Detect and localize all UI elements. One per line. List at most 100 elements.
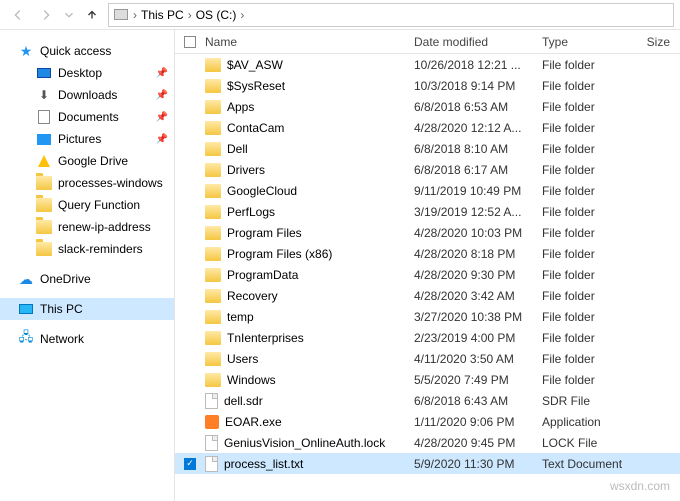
chevron-right-icon[interactable]: › [188,8,192,22]
file-name-cell[interactable]: Dell [199,142,408,156]
folder-icon [205,331,221,345]
file-name-cell[interactable]: Apps [199,100,408,114]
desktop-icon [36,65,52,81]
file-name-cell[interactable]: Program Files (x86) [199,247,408,261]
file-date-cell: 10/26/2018 12:21 ... [408,58,536,72]
file-name-label: ProgramData [227,268,298,282]
file-row[interactable]: Windows5/5/2020 7:49 PMFile folder [175,369,680,390]
file-row[interactable]: Apps6/8/2018 6:53 AMFile folder [175,96,680,117]
nav-forward-button[interactable] [34,3,58,27]
file-rows: $AV_ASW10/26/2018 12:21 ...File folder$S… [175,54,680,474]
file-name-cell[interactable]: TnIenterprises [199,331,408,345]
select-all-checkbox[interactable] [175,36,199,48]
sidebar-item-label: Pictures [58,132,101,146]
sidebar-quick-access[interactable]: ★ Quick access [0,40,174,62]
column-header-size[interactable]: Size [636,35,680,49]
sidebar-item-google-drive[interactable]: Google Drive [0,150,174,172]
file-date-cell: 1/11/2020 9:06 PM [408,415,536,429]
file-date-cell: 4/28/2020 3:42 AM [408,289,536,303]
file-row[interactable]: ✓process_list.txt5/9/2020 11:30 PMText D… [175,453,680,474]
file-type-cell: File folder [536,100,636,114]
file-row[interactable]: Drivers6/8/2018 6:17 AMFile folder [175,159,680,180]
address-toolbar: › This PC › OS (C:) › [0,0,680,30]
sidebar-item-documents[interactable]: Documents 📌 [0,106,174,128]
file-date-cell: 6/8/2018 6:17 AM [408,163,536,177]
file-name-cell[interactable]: GeniusVision_OnlineAuth.lock [199,435,408,451]
file-row[interactable]: ProgramData4/28/2020 9:30 PMFile folder [175,264,680,285]
file-list-pane: Name Date modified Type Size $AV_ASW10/2… [175,30,680,501]
file-name-label: Windows [227,373,276,387]
column-header-date[interactable]: Date modified [408,35,536,49]
breadcrumb-os-c[interactable]: OS (C:) [196,8,237,22]
file-date-cell: 6/8/2018 8:10 AM [408,142,536,156]
file-row[interactable]: $AV_ASW10/26/2018 12:21 ...File folder [175,54,680,75]
file-row[interactable]: Dell6/8/2018 8:10 AMFile folder [175,138,680,159]
file-row[interactable]: GoogleCloud9/11/2019 10:49 PMFile folder [175,180,680,201]
nav-history-button[interactable] [62,3,76,27]
file-type-cell: File folder [536,310,636,324]
chevron-right-icon[interactable]: › [240,8,244,22]
file-row[interactable]: Program Files4/28/2020 10:03 PMFile fold… [175,222,680,243]
column-header-name[interactable]: Name [199,35,408,49]
sidebar-item-renew-ip[interactable]: renew-ip-address [0,216,174,238]
file-name-cell[interactable]: process_list.txt [199,456,408,472]
file-name-cell[interactable]: EOAR.exe [199,415,408,429]
nav-back-button[interactable] [6,3,30,27]
folder-icon [205,100,221,114]
file-name-cell[interactable]: $SysReset [199,79,408,93]
file-row[interactable]: PerfLogs3/19/2019 12:52 A...File folder [175,201,680,222]
file-name-cell[interactable]: Users [199,352,408,366]
file-row[interactable]: dell.sdr6/8/2018 6:43 AMSDR File [175,390,680,411]
sidebar-item-desktop[interactable]: Desktop 📌 [0,62,174,84]
sidebar-item-pictures[interactable]: Pictures 📌 [0,128,174,150]
file-name-cell[interactable]: ProgramData [199,268,408,282]
file-row[interactable]: Users4/11/2020 3:50 AMFile folder [175,348,680,369]
sidebar-item-label: Documents [58,110,119,124]
file-name-cell[interactable]: dell.sdr [199,393,408,409]
file-row[interactable]: GeniusVision_OnlineAuth.lock4/28/2020 9:… [175,432,680,453]
file-name-cell[interactable]: Windows [199,373,408,387]
sidebar-onedrive[interactable]: ☁ OneDrive [0,268,174,290]
file-icon [205,435,218,451]
folder-icon [205,121,221,135]
file-date-cell: 4/28/2020 8:18 PM [408,247,536,261]
file-name-cell[interactable]: $AV_ASW [199,58,408,72]
sidebar-network[interactable]: 🖧 Network [0,328,174,350]
sidebar-item-query-function[interactable]: Query Function [0,194,174,216]
sidebar-item-slack-reminders[interactable]: slack-reminders [0,238,174,260]
sidebar-this-pc[interactable]: This PC [0,298,174,320]
file-date-cell: 2/23/2019 4:00 PM [408,331,536,345]
file-type-cell: SDR File [536,394,636,408]
folder-icon [205,142,221,156]
file-name-cell[interactable]: GoogleCloud [199,184,408,198]
pin-icon: 📌 [156,112,168,123]
file-name-cell[interactable]: temp [199,310,408,324]
sidebar-item-processes-windows[interactable]: processes-windows [0,172,174,194]
sidebar-item-downloads[interactable]: ⬇ Downloads 📌 [0,84,174,106]
file-row[interactable]: EOAR.exe1/11/2020 9:06 PMApplication [175,411,680,432]
row-checkbox[interactable]: ✓ [175,458,199,470]
file-name-cell[interactable]: ContaCam [199,121,408,135]
file-row[interactable]: temp3/27/2020 10:38 PMFile folder [175,306,680,327]
file-name-label: PerfLogs [227,205,275,219]
folder-icon [205,58,221,72]
file-icon [205,393,218,409]
file-name-cell[interactable]: Drivers [199,163,408,177]
file-name-cell[interactable]: Recovery [199,289,408,303]
file-row[interactable]: $SysReset10/3/2018 9:14 PMFile folder [175,75,680,96]
file-row[interactable]: Recovery4/28/2020 3:42 AMFile folder [175,285,680,306]
sidebar-item-label: This PC [40,302,83,316]
file-row[interactable]: Program Files (x86)4/28/2020 8:18 PMFile… [175,243,680,264]
file-row[interactable]: TnIenterprises2/23/2019 4:00 PMFile fold… [175,327,680,348]
address-bar[interactable]: › This PC › OS (C:) › [108,3,674,27]
breadcrumb-this-pc[interactable]: This PC [141,8,184,22]
column-header-type[interactable]: Type [536,35,636,49]
sidebar-item-label: Query Function [58,198,140,212]
file-name-cell[interactable]: PerfLogs [199,205,408,219]
nav-up-button[interactable] [80,3,104,27]
chevron-right-icon[interactable]: › [133,8,137,22]
file-row[interactable]: ContaCam4/28/2020 12:12 A...File folder [175,117,680,138]
file-type-cell: File folder [536,184,636,198]
sidebar-item-label: renew-ip-address [58,220,151,234]
file-name-cell[interactable]: Program Files [199,226,408,240]
